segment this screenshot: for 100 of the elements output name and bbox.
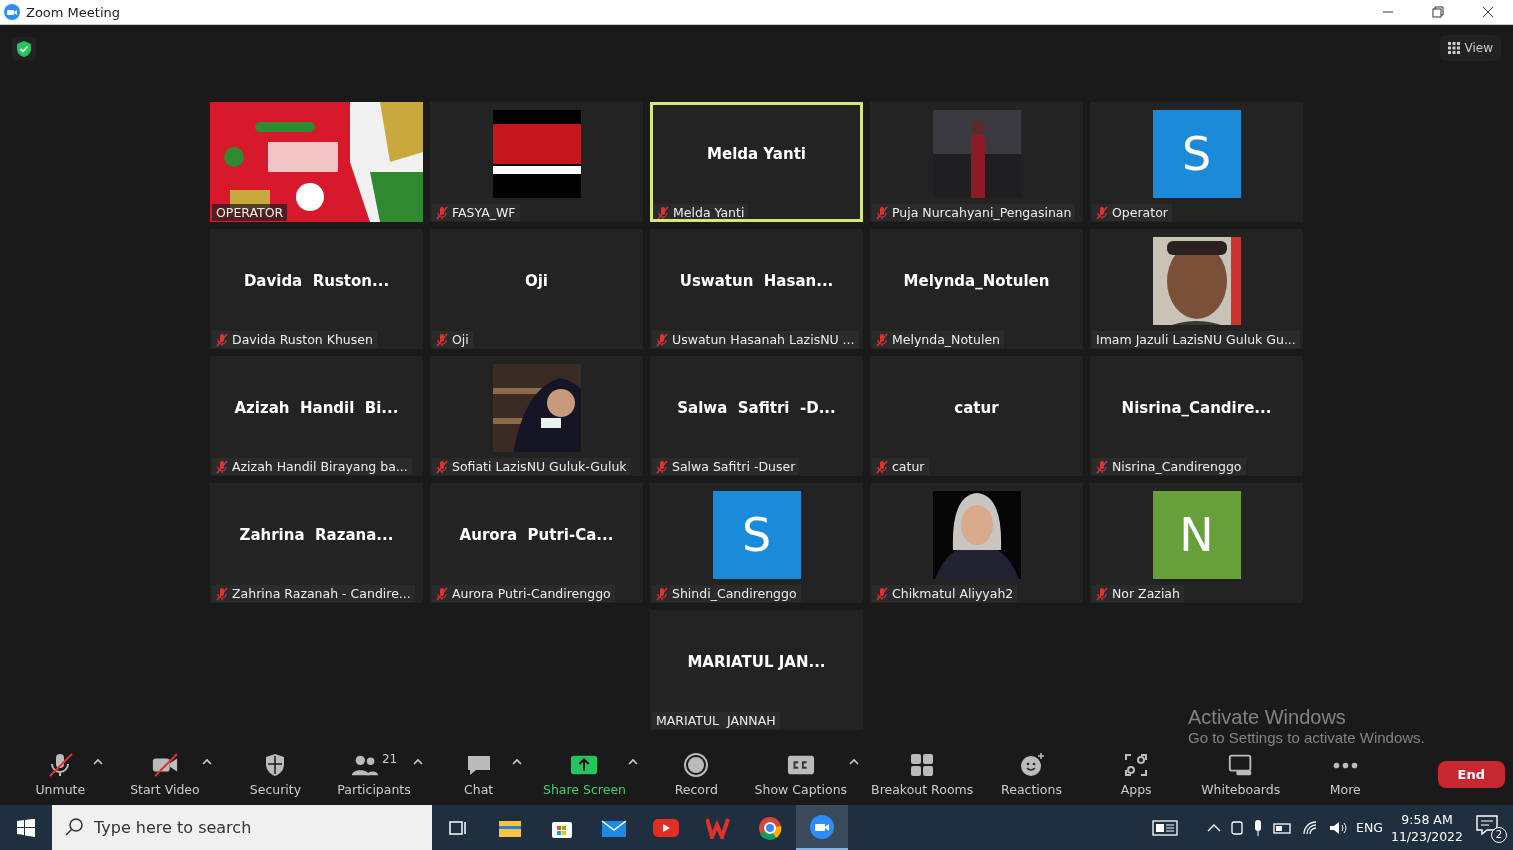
record-icon [682, 751, 711, 778]
video-tile[interactable]: Chikmatul Aliyyah2 [870, 483, 1083, 603]
toolbar-button[interactable]: Share Screen [536, 747, 632, 801]
participant-label: catur [892, 459, 925, 474]
participant-label: Chikmatul Aliyyah2 [892, 586, 1014, 601]
avatar: N [1152, 491, 1241, 579]
video-tile[interactable]: Salwa Safitri -D... Salwa Safitri -Duser [650, 356, 863, 476]
toolbar-button[interactable]: More [1308, 747, 1383, 801]
notification-icon[interactable] [1475, 812, 1499, 837]
toolbar-button[interactable]: Record [659, 747, 734, 801]
close-icon [1482, 6, 1494, 18]
muted-mic-icon [1096, 205, 1108, 220]
activation-message: Go to Settings to activate Windows. [1188, 730, 1425, 747]
toolbar-button[interactable]: 21 Participants [331, 747, 417, 801]
participant-name: Oji [524, 272, 548, 290]
muted-mic-icon [876, 205, 888, 220]
participant-label: FASYA_WF [452, 205, 516, 220]
muted-mic-icon [436, 459, 448, 474]
participant-label: MARIATUL JANNAH [656, 713, 776, 728]
search-field[interactable]: Type here to search [52, 805, 432, 850]
muted-mic-icon [657, 205, 669, 219]
participant-name: Aurora Putri-Ca... [459, 526, 614, 544]
video-tile[interactable]: OPERATOR [210, 102, 423, 222]
muted-mic-icon [436, 332, 448, 347]
toolbar-button[interactable]: Reactions [994, 747, 1069, 801]
video-tile[interactable]: Oji Oji [430, 229, 643, 349]
video-tile[interactable]: Sofiati LazisNU Guluk-Guluk [430, 356, 643, 476]
participant-name: Uswatun Hasan... [679, 272, 834, 290]
toolbar-button[interactable]: Security [238, 747, 313, 801]
participant-name: Salwa Safitri -D... [677, 399, 836, 417]
video-tile[interactable]: FASYA_WF [430, 102, 643, 222]
video-tile[interactable]: Davida Ruston... Davida Ruston Khusen [210, 229, 423, 349]
muted-mic-icon [656, 332, 668, 347]
participant-label: Oji [452, 332, 469, 347]
view-button[interactable]: View [1439, 35, 1501, 61]
muted-mic-icon [656, 459, 668, 474]
participant-label: Melda Yanti [673, 205, 745, 219]
video-tile[interactable]: catur catur [870, 356, 1083, 476]
participant-name: MARIATUL JAN... [687, 653, 826, 671]
video-tile[interactable]: Melda Yanti Melda Yanti [650, 102, 863, 222]
toolbar-button[interactable]: Breakout Rooms [865, 747, 980, 801]
notification-count: 2 [1491, 826, 1507, 843]
muted-mic-icon [216, 586, 228, 601]
participant-label: OPERATOR [216, 205, 284, 220]
toolbar-button[interactable]: Unmute [23, 747, 98, 801]
video-tile[interactable]: S Shindi_Candirenggo [650, 483, 863, 603]
video-tile[interactable]: N Nor Zaziah [1090, 483, 1303, 603]
video-tile[interactable]: Nisrina_Candire... Nisrina_Candirenggo [1090, 356, 1303, 476]
toolbar-button[interactable]: Start Video [124, 747, 206, 801]
participant-count: 21 [381, 751, 398, 766]
language-indicator[interactable]: ENG [1356, 820, 1383, 835]
speaker-icon[interactable] [1328, 819, 1348, 836]
microphone-icon[interactable] [1252, 818, 1264, 837]
end-button[interactable]: End [1437, 760, 1506, 788]
clock-date[interactable]: 11/23/2022 [1390, 827, 1463, 845]
video-tile[interactable]: Puja Nurcahyani_Pengasinan [870, 102, 1083, 222]
video-tile[interactable]: S Operator [1090, 102, 1303, 222]
participant-name: Melda Yanti [707, 145, 806, 163]
participant-label: Puja Nurcahyani_Pengasinan [892, 205, 1072, 220]
participant-name: Davida Ruston... [243, 272, 390, 290]
toolbar-button[interactable]: Apps [1099, 747, 1174, 801]
muted-mic-icon [436, 205, 448, 220]
shield-check-icon[interactable] [12, 37, 36, 61]
clock-time[interactable]: 9:58 AM [1401, 810, 1453, 828]
muted-mic-icon [1096, 586, 1108, 601]
avatar: S [1152, 110, 1241, 198]
participant-label: Uswatun Hasanah LazisNU ... [672, 332, 855, 347]
grid-icon [1447, 42, 1460, 54]
muted-mic-icon [876, 459, 888, 474]
video-tile[interactable]: Azizah Handil Bi... Azizah Handil Birayang ba... [210, 356, 423, 476]
participant-label: Nor Zaziah [1112, 586, 1180, 601]
participant-name: Melynda_Notulen [903, 272, 1050, 290]
participant-label: Operator [1112, 205, 1168, 220]
search-icon [64, 817, 84, 837]
video-meeting-icon[interactable] [796, 805, 848, 850]
participant-label: Melynda_Notulen [892, 332, 1001, 347]
muted-mic-icon [1096, 459, 1108, 474]
video-tile[interactable]: Imam Jazuli LazisNU Guluk Gu... [1090, 229, 1303, 349]
video-tile[interactable]: Uswatun Hasan... Uswatun Hasanah LazisNU ... [650, 229, 863, 349]
muted-mic-icon [876, 332, 888, 347]
video-tile[interactable]: MARIATUL JAN... MARIATUL JANNAH [650, 610, 863, 730]
activation-title: Activate Windows [1188, 706, 1347, 728]
news-icon[interactable] [1152, 818, 1178, 837]
toolbar-button[interactable]: Whiteboards [1195, 747, 1287, 801]
windows-logo-icon [17, 818, 35, 837]
battery-icon[interactable] [1272, 820, 1294, 835]
restore-icon [1432, 6, 1444, 18]
muted-mic-icon [656, 586, 668, 601]
participant-name: Azizah Handil Bi... [234, 399, 399, 417]
muted-mic-icon [876, 586, 888, 601]
participant-name: catur [954, 399, 999, 417]
video-tile[interactable]: Aurora Putri-Ca... Aurora Putri-Candirenggo [430, 483, 643, 603]
toolbar-button[interactable]: Chat [441, 747, 516, 801]
video-tile[interactable]: Melynda_Notulen Melynda_Notulen [870, 229, 1083, 349]
avatar: S [712, 491, 801, 579]
participant-name: Nisrina_Candire... [1121, 399, 1272, 417]
participant-label: Salwa Safitri -Duser [672, 459, 796, 474]
toolbar-button[interactable]: Show Captions [748, 747, 854, 801]
participant-label: Shindi_Candirenggo [672, 586, 797, 601]
video-tile[interactable]: Zahrina Razana... Zahrina Razanah - Candire... [210, 483, 423, 603]
